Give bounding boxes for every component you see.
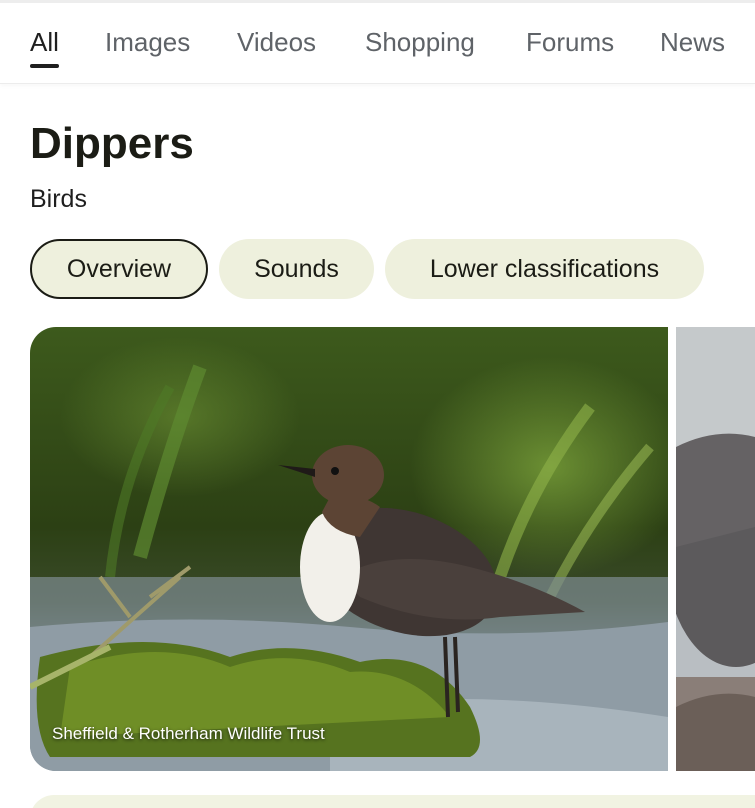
dipper-photo — [30, 327, 668, 771]
chip-overview[interactable]: Overview — [30, 239, 208, 299]
image-credit: Sheffield & Rotherham Wildlife Trust — [52, 724, 325, 743]
chip-lower-classifications[interactable]: Lower classifications — [385, 239, 704, 299]
tab-videos[interactable]: Videos — [237, 26, 316, 58]
tab-images[interactable]: Images — [105, 26, 190, 58]
search-tabs-bar: All Images Videos Shopping Forums News — [0, 0, 755, 84]
chip-sounds[interactable]: Sounds — [219, 239, 374, 299]
bird-image-main[interactable]: Sheffield & Rotherham Wildlife Trust — [30, 327, 668, 771]
entity-subtitle: Birds — [30, 185, 87, 213]
tab-forums[interactable]: Forums — [526, 26, 614, 58]
entity-title: Dippers — [30, 119, 194, 168]
bird-image-secondary[interactable] — [676, 327, 755, 771]
tab-news[interactable]: News — [660, 26, 725, 58]
tab-shopping[interactable]: Shopping — [365, 26, 475, 58]
tab-all[interactable]: All — [30, 26, 59, 68]
dipper-photo-secondary — [676, 327, 755, 771]
next-card-peek — [30, 795, 755, 808]
